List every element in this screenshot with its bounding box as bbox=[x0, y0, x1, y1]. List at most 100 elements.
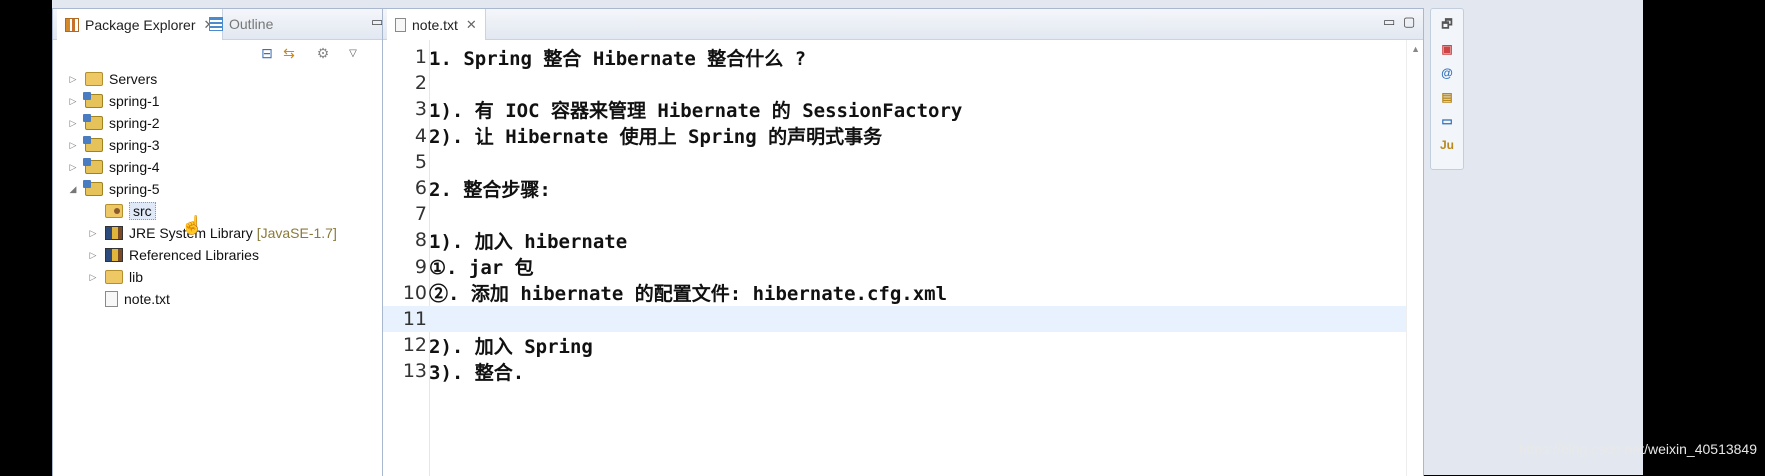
expand-arrow-icon[interactable]: ▷ bbox=[67, 96, 79, 107]
line-text: 2). 加入 Spring bbox=[429, 335, 593, 358]
text-file-icon bbox=[395, 17, 406, 32]
monitor-icon[interactable]: ▭ bbox=[1439, 113, 1455, 129]
at-icon[interactable]: @ bbox=[1439, 65, 1455, 81]
package-explorer-view: Package Explorer ✕ Outline ▭ ▢ ⊟ ⇆ ⚙ ▽ ▷… bbox=[52, 8, 416, 476]
tab-package-explorer[interactable]: Package Explorer ✕ bbox=[57, 9, 224, 40]
line-number: 7 bbox=[414, 203, 427, 226]
editor-line[interactable]: 5 bbox=[383, 149, 1423, 175]
view-menu-icon[interactable]: ▽ bbox=[345, 45, 361, 61]
tree-item[interactable]: ▷ spring-4 bbox=[67, 156, 160, 178]
collapse-arrow-icon[interactable]: ◢ bbox=[67, 184, 79, 195]
folder-icon bbox=[85, 72, 103, 86]
editor-line[interactable]: 11 bbox=[383, 306, 1423, 332]
editor-line[interactable]: 1 1. Spring 整合 Hibernate 整合什么 ? bbox=[383, 44, 1423, 70]
line-number: 10 bbox=[402, 281, 427, 304]
tree-item[interactable]: src bbox=[87, 200, 156, 222]
project-icon bbox=[83, 136, 103, 152]
project-icon bbox=[83, 158, 103, 174]
text-editor[interactable]: 1 1. Spring 整合 Hibernate 整合什么 ? 2 3 1). 有 IO… bbox=[383, 40, 1423, 476]
minimize-icon[interactable]: ▭ bbox=[1383, 14, 1395, 30]
tree-item[interactable]: ▷ spring-3 bbox=[67, 134, 160, 156]
link-with-editor-icon[interactable]: ⇆ bbox=[281, 45, 297, 61]
line-number: 8 bbox=[414, 229, 427, 252]
line-number: 6 bbox=[414, 177, 427, 199]
expand-arrow-icon[interactable]: ▷ bbox=[87, 228, 99, 239]
line-number: 4 bbox=[414, 124, 427, 147]
editor-line[interactable]: 8 1). 加入 hibernate bbox=[383, 227, 1423, 253]
editor-area: note.txt ✕ ▭ ▢ 1 1. Spring 整合 Hibernate 整… bbox=[382, 8, 1424, 476]
editor-line[interactable]: 3 1). 有 IOC 容器来管理 Hibernate 的 SessionFact… bbox=[383, 96, 1423, 122]
window-icon[interactable]: 🗗 bbox=[1439, 17, 1455, 33]
tree-item[interactable]: note.txt bbox=[87, 288, 170, 310]
project-icon bbox=[83, 92, 103, 108]
library-icon bbox=[105, 248, 123, 262]
line-number: 9 bbox=[414, 255, 427, 278]
junit-icon[interactable]: Ju bbox=[1439, 137, 1455, 153]
vertical-scrollbar[interactable]: ▲ bbox=[1406, 40, 1423, 476]
expand-arrow-icon[interactable]: ▷ bbox=[67, 118, 79, 129]
right-trim-toolbar: 🗗 ▣ @ ▤ ▭ Ju bbox=[1430, 8, 1464, 170]
outline-icon bbox=[209, 17, 223, 31]
report-icon[interactable]: ▤ bbox=[1439, 89, 1455, 105]
close-icon[interactable]: ✕ bbox=[466, 17, 477, 33]
filter-icon[interactable]: ⚙ bbox=[315, 45, 331, 61]
mouse-cursor-icon: ☝ bbox=[181, 215, 204, 235]
tree-item-label: spring-1 bbox=[109, 93, 160, 109]
line-text: 1). 加入 hibernate bbox=[429, 230, 628, 253]
scroll-up-icon[interactable]: ▲ bbox=[1411, 44, 1420, 54]
tree-item[interactable]: ▷ lib bbox=[87, 266, 143, 288]
line-text: 1). 有 IOC 容器来管理 Hibernate 的 SessionFacto… bbox=[429, 99, 963, 122]
src-folder-icon bbox=[105, 204, 123, 218]
line-text: 1. Spring 整合 Hibernate 整合什么 ? bbox=[429, 47, 807, 70]
expand-arrow-icon[interactable]: ▷ bbox=[87, 250, 99, 261]
line-number: 5 bbox=[414, 150, 427, 173]
tree-item[interactable]: ◢ spring-5 bbox=[67, 178, 160, 200]
editor-line[interactable]: 2 bbox=[383, 70, 1423, 96]
line-number: 12 bbox=[402, 334, 427, 357]
tab-outline[interactable]: Outline bbox=[203, 9, 279, 39]
editor-line[interactable]: 4 2). 让 Hibernate 使用上 Spring 的声明式事务 bbox=[383, 123, 1423, 149]
expand-arrow-icon[interactable]: ▷ bbox=[67, 162, 79, 173]
editor-line[interactable]: 9 ①. jar 包 bbox=[383, 254, 1423, 280]
tree-item[interactable]: ▷ Referenced Libraries bbox=[87, 244, 259, 266]
editor-tab-label: note.txt bbox=[412, 16, 458, 33]
line-text: 3). 整合. bbox=[429, 361, 525, 384]
library-icon bbox=[105, 226, 123, 240]
tree-item[interactable]: ▷ JRE System Library [JavaSE-1.7] bbox=[87, 222, 337, 244]
project-icon bbox=[83, 114, 103, 130]
tree-item[interactable]: ▷ spring-2 bbox=[67, 112, 160, 134]
tree-item[interactable]: ▷ Servers bbox=[67, 68, 158, 90]
line-text: ①. jar 包 bbox=[429, 257, 534, 280]
editor-line[interactable]: 7 bbox=[383, 201, 1423, 227]
line-number: 1 bbox=[414, 46, 427, 68]
editor-line[interactable]: 13 3). 整合. bbox=[383, 358, 1423, 384]
tree-item[interactable]: ▷ spring-1 bbox=[67, 90, 160, 112]
expand-arrow-icon[interactable]: ▷ bbox=[87, 272, 99, 283]
tab-note-txt[interactable]: note.txt ✕ bbox=[387, 9, 486, 40]
editor-line[interactable]: 12 2). 加入 Spring bbox=[383, 332, 1423, 358]
explorer-toolbar: ⊟ ⇆ ⚙ ▽ bbox=[53, 40, 415, 68]
left-tabbar: Package Explorer ✕ Outline ▭ ▢ bbox=[53, 9, 415, 40]
folder-icon bbox=[105, 270, 123, 284]
maximize-icon[interactable]: ▢ bbox=[1403, 14, 1415, 30]
image-icon[interactable]: ▣ bbox=[1439, 41, 1455, 57]
ide-window: Package Explorer ✕ Outline ▭ ▢ ⊟ ⇆ ⚙ ▽ ▷… bbox=[52, 0, 1643, 476]
line-number: 3 bbox=[414, 98, 427, 121]
tree-item-label: spring-5 bbox=[109, 181, 160, 197]
line-text: 2. 整合步骤: bbox=[429, 178, 551, 201]
package-explorer-icon bbox=[65, 17, 79, 32]
tree-item-label: spring-3 bbox=[109, 137, 160, 153]
watermark: https://blog.csdn.net/weixin_40513849 bbox=[1518, 441, 1757, 457]
line-text: ②. 添加 hibernate 的配置文件: hibernate.cfg.xml bbox=[429, 283, 948, 306]
expand-arrow-icon[interactable]: ▷ bbox=[67, 74, 79, 85]
tree-item-label: spring-2 bbox=[109, 115, 160, 131]
expand-arrow-icon[interactable]: ▷ bbox=[67, 140, 79, 151]
tree-item-label: Referenced Libraries bbox=[129, 247, 259, 263]
collapse-all-icon[interactable]: ⊟ bbox=[259, 45, 275, 61]
editor-line[interactable]: 10 ②. 添加 hibernate 的配置文件: hibernate.cfg.x… bbox=[383, 280, 1423, 306]
tree-item-label: note.txt bbox=[124, 291, 170, 307]
line-number: 13 bbox=[402, 360, 427, 383]
project-icon bbox=[83, 180, 103, 196]
editor-line[interactable]: 6 2. 整合步骤: bbox=[383, 175, 1423, 201]
tree-item-label: lib bbox=[129, 269, 144, 285]
